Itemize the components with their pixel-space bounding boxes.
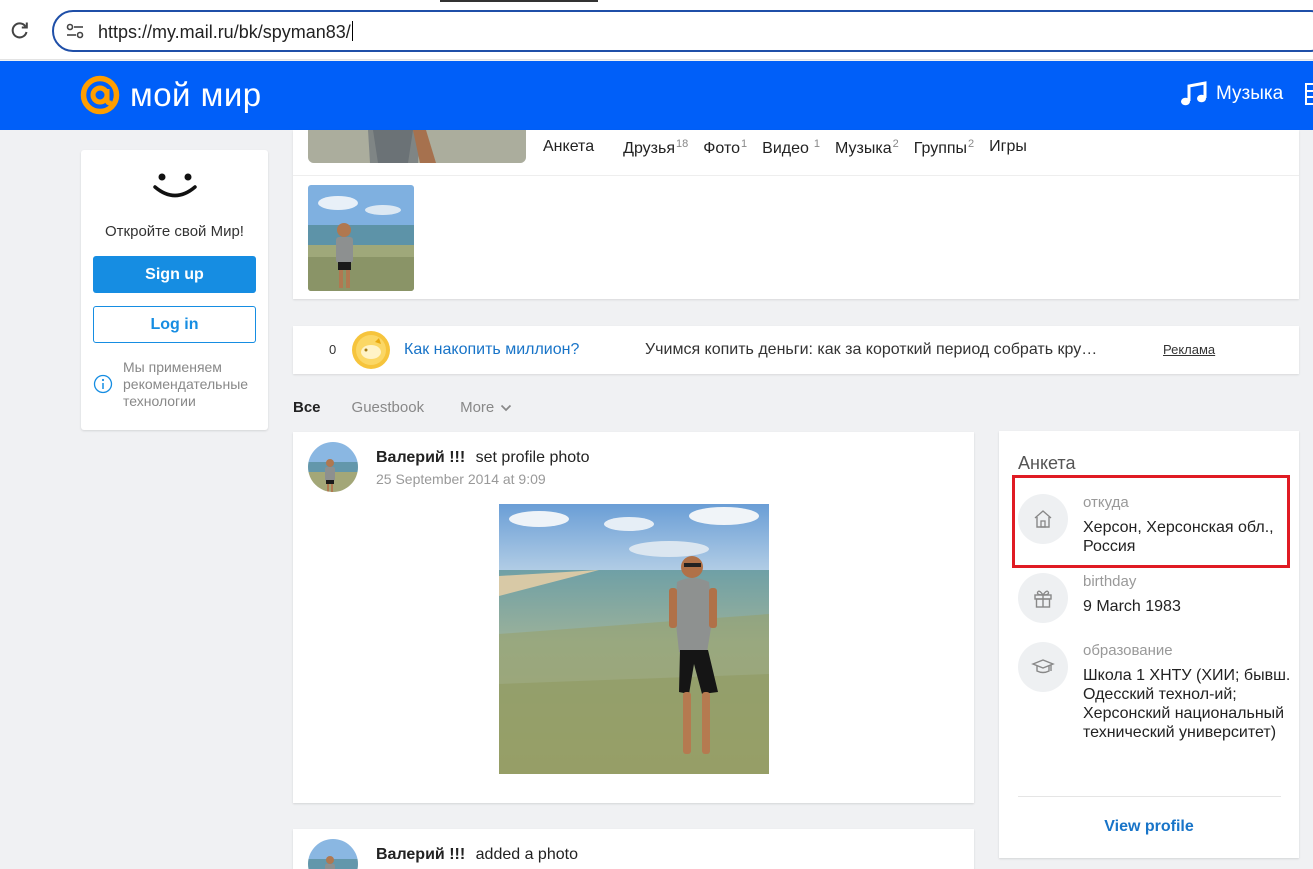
logo-text: мой мир [130, 76, 262, 113]
anketa-title: Анкета [1018, 453, 1076, 473]
info-label: образование [1083, 642, 1173, 659]
divider [1018, 796, 1281, 797]
post-date[interactable]: 25 September 2014 at 9:09 [376, 471, 546, 487]
post-header: Валерий !!! set profile photo [376, 449, 590, 467]
ad-description[interactable]: Учимся копить деньги: как за короткий пе… [645, 341, 1105, 359]
tab-video[interactable]: Видео 1 [762, 138, 820, 158]
profile-cover-photo[interactable] [308, 130, 526, 163]
gift-icon [1034, 590, 1052, 608]
piggy-bank-coin-icon [352, 331, 390, 369]
post-author-link[interactable]: Валерий !!! [376, 846, 465, 863]
site-settings-icon[interactable] [66, 23, 84, 39]
music-nav-link[interactable]: Музыка [1180, 81, 1283, 107]
site-header: мой мир Музыка [0, 61, 1313, 130]
info-icon-circle [1018, 573, 1068, 623]
signup-button[interactable]: Sign up [93, 256, 256, 293]
recommendation-tech-text: Мы применяем рекомендательные технологии [123, 359, 249, 409]
profile-header-card: Анкета Друзья18 Фото1 Видео 1 Музыка2 Гру… [293, 130, 1299, 299]
info-label: birthday [1083, 573, 1137, 590]
feed-post: Валерий !!! set profile photo 25 Septemb… [293, 432, 974, 803]
at-logo-icon [80, 75, 120, 115]
post-action-text: added a photo [475, 846, 578, 863]
view-profile-link[interactable]: View profile [999, 818, 1299, 836]
tab-friends-count: 18 [676, 138, 689, 150]
tab-video-count: 1 [813, 138, 821, 150]
profile-photo-thumbnail[interactable] [308, 185, 414, 291]
music-note-icon [1181, 81, 1207, 106]
filter-more[interactable]: More [460, 399, 512, 416]
post-action-text: set profile photo [475, 449, 590, 466]
info-value: 9 March 1983 [1083, 598, 1181, 615]
avatar[interactable] [308, 442, 358, 492]
reload-icon[interactable] [10, 20, 30, 40]
tab-groups[interactable]: Группы2 [914, 138, 974, 158]
info-icon[interactable] [93, 374, 113, 394]
filter-guestbook[interactable]: Guestbook [352, 399, 425, 416]
tab-groups-count: 2 [968, 138, 975, 150]
profile-tabs: Анкета Друзья18 Фото1 Видео 1 Музыка2 Гру… [543, 138, 1042, 158]
tab-anketa[interactable]: Анкета [543, 138, 594, 158]
url-text[interactable]: https://my.mail.ru/bk/spyman83/ [98, 21, 353, 43]
filter-all[interactable]: Все [293, 399, 321, 416]
address-bar[interactable]: https://my.mail.ru/bk/spyman83/ [52, 10, 1313, 52]
site-logo[interactable]: мой мир [80, 75, 262, 115]
post-header: Валерий !!! added a photo [376, 846, 578, 864]
browser-toolbar: https://my.mail.ru/bk/spyman83/ [0, 0, 1313, 60]
info-value: Школа 1 ХНТУ (ХИИ; бывш. Одесский технол… [1083, 667, 1291, 741]
tab-divider [293, 175, 1299, 176]
highlight-annotation-box [1012, 475, 1290, 568]
smile-icon [153, 173, 197, 198]
ad-counter: 0 [329, 342, 337, 357]
feed-post: Валерий !!! added a photo [293, 829, 974, 869]
graduation-cap-icon [1031, 659, 1055, 674]
ad-banner[interactable]: 0 Как накопить миллион? Учимся копить де… [293, 326, 1299, 374]
chevron-down-icon [501, 404, 512, 411]
tab-music[interactable]: Музыка2 [835, 138, 899, 158]
post-photo[interactable] [499, 504, 769, 774]
tab-friends[interactable]: Друзья18 [623, 138, 688, 158]
apps-grid-icon[interactable] [1305, 83, 1313, 105]
signup-card: Откройте свой Мир! Sign up Log in Мы при… [81, 150, 268, 430]
ad-label-link[interactable]: Реклама [1163, 342, 1215, 357]
feed-filter-tabs: Все Guestbook More [293, 399, 512, 416]
post-author-link[interactable]: Валерий !!! [376, 449, 465, 466]
login-button[interactable]: Log in [93, 306, 256, 343]
tab-music-count: 2 [892, 138, 899, 150]
avatar[interactable] [308, 839, 358, 869]
tab-photo-count: 1 [741, 138, 748, 150]
info-icon-circle [1018, 642, 1068, 692]
text-caret [351, 21, 353, 41]
active-tab-indicator [440, 0, 598, 2]
tab-games[interactable]: Игры [989, 138, 1027, 158]
tab-photo[interactable]: Фото1 [703, 138, 747, 158]
music-nav-label: Музыка [1216, 83, 1284, 104]
ad-title-link[interactable]: Как накопить миллион? [404, 341, 579, 359]
filter-more-label: More [460, 399, 495, 416]
open-world-text: Откройте свой Мир! [105, 223, 244, 240]
